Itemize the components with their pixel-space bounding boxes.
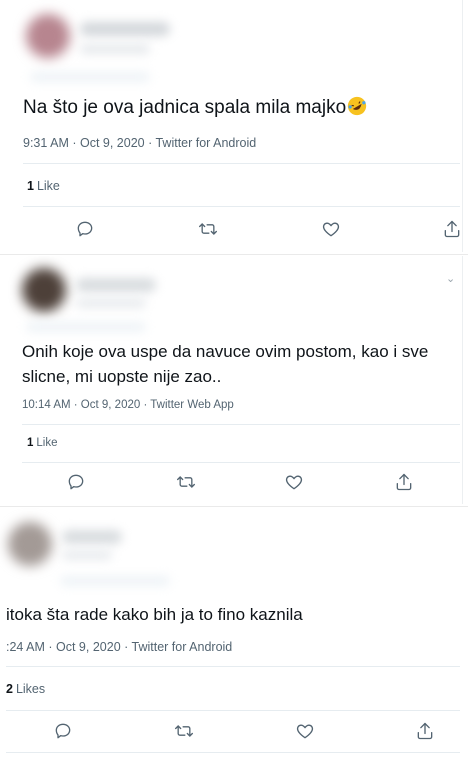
reply-icon xyxy=(77,221,93,237)
display-name[interactable] xyxy=(76,278,156,292)
reply-button[interactable] xyxy=(65,471,87,493)
reply-icon xyxy=(68,474,84,490)
retweet-button[interactable] xyxy=(173,720,195,742)
likes-label: Like xyxy=(36,437,58,449)
like-button[interactable] xyxy=(320,218,342,240)
divider xyxy=(6,666,460,667)
tweet-text: itoka šta rade kako bih ja to fino kazni… xyxy=(6,605,303,624)
tweet-text-line-1: Onih koje ova uspe da navuce ovim postom… xyxy=(22,342,429,361)
divider xyxy=(23,163,460,164)
reply-button[interactable] xyxy=(74,218,96,240)
share-icon xyxy=(396,473,412,491)
reply-context xyxy=(60,576,170,586)
reply-button[interactable] xyxy=(52,720,74,742)
tweet-2: ⌄ Onih koje ova uspe da navuce ovim post… xyxy=(0,256,463,504)
share-icon xyxy=(444,220,460,238)
share-button[interactable] xyxy=(393,471,415,493)
retweet-button[interactable] xyxy=(197,218,219,240)
tweet-meta[interactable]: 10:14 AM · Oct 9, 2020 · Twitter Web App xyxy=(22,399,234,411)
tweet-1: Na što je ova jadnica spala mila majko 9… xyxy=(0,0,463,252)
like-button[interactable] xyxy=(294,720,316,742)
avatar[interactable] xyxy=(26,14,70,58)
username[interactable] xyxy=(76,298,146,308)
tweet-meta[interactable]: 9:31 AM · Oct 9, 2020 · Twitter for Andr… xyxy=(23,136,256,150)
likes-row[interactable]: 1 Like xyxy=(27,437,58,449)
reply-context xyxy=(26,322,146,332)
tweet-separator xyxy=(0,254,468,255)
likes-label: Like xyxy=(36,179,60,193)
avatar[interactable] xyxy=(22,268,66,312)
tweet-3: itoka šta rade kako bih ja to fino kazni… xyxy=(0,508,468,764)
likes-count: 2 xyxy=(6,682,13,696)
reply-context xyxy=(30,72,150,82)
like-button[interactable] xyxy=(283,471,305,493)
divider xyxy=(22,462,460,463)
like-icon xyxy=(296,724,314,739)
likes-count: 1 xyxy=(27,437,34,449)
display-name[interactable] xyxy=(62,530,122,544)
chevron-down-icon[interactable]: ⌄ xyxy=(446,272,455,285)
rolling-on-the-floor-laughing-emoji xyxy=(348,96,367,116)
divider xyxy=(6,710,460,711)
share-button[interactable] xyxy=(441,218,462,240)
username[interactable] xyxy=(62,550,112,560)
likes-row[interactable]: 2 Likes xyxy=(6,682,45,696)
like-icon xyxy=(322,222,340,237)
reply-icon xyxy=(55,723,71,739)
display-name[interactable] xyxy=(80,22,170,36)
retweet-icon xyxy=(175,725,193,737)
tweet-text-line-2: slicne, mi uopste nije zao.. xyxy=(22,367,222,386)
retweet-icon xyxy=(199,223,217,235)
likes-count: 1 xyxy=(27,179,34,193)
tweet-text-content: Na što je ova jadnica spala mila majko xyxy=(23,97,347,118)
divider xyxy=(23,206,460,207)
like-icon xyxy=(285,475,303,490)
likes-row[interactable]: 1 Like xyxy=(27,179,60,193)
tweet-meta[interactable]: :24 AM · Oct 9, 2020 · Twitter for Andro… xyxy=(6,640,232,654)
tweet-separator xyxy=(0,506,468,507)
share-icon xyxy=(417,722,433,740)
tweet-text: Na što je ova jadnica spala mila majko xyxy=(23,95,368,119)
username[interactable] xyxy=(80,44,150,54)
share-button[interactable] xyxy=(414,720,436,742)
avatar[interactable] xyxy=(8,522,52,566)
likes-label: Likes xyxy=(15,682,46,696)
divider xyxy=(22,424,460,425)
retweet-icon xyxy=(177,476,195,488)
divider xyxy=(6,752,460,753)
retweet-button[interactable] xyxy=(175,471,197,493)
